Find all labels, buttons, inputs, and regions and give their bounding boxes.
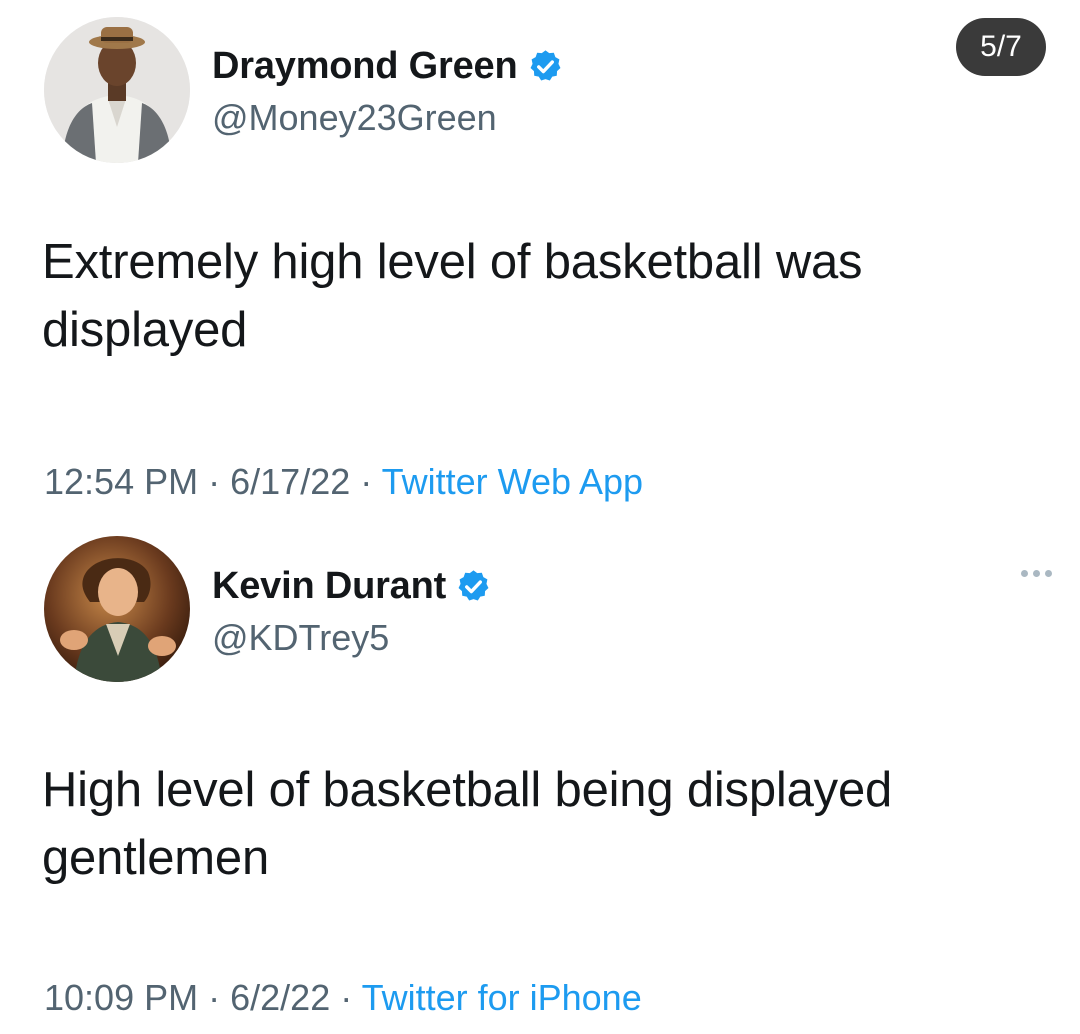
tweet-meta: 12:54 PM · 6/17/22 · Twitter Web App [44,460,643,504]
page-indicator-badge: 5/7 [956,18,1046,76]
tweet-time[interactable]: 12:54 PM [44,461,198,502]
avatar[interactable] [44,17,190,163]
meta-separator: · [360,461,373,502]
tweet-time[interactable]: 10:09 PM [44,977,198,1018]
tweet-card: Kevin Durant @KDTrey5 High level of bask… [0,520,1080,1034]
handle[interactable]: @KDTrey5 [212,616,389,660]
display-name[interactable]: Draymond Green [212,43,518,89]
avatar-photo [44,536,190,682]
display-name[interactable]: Kevin Durant [212,563,446,609]
handle[interactable]: @Money23Green [212,96,497,140]
meta-separator: · [208,977,221,1018]
meta-separator: · [340,977,353,1018]
author-row: Draymond Green [212,43,564,89]
author-row: Kevin Durant [212,563,492,609]
avatar[interactable] [44,536,190,682]
verified-badge-icon [527,48,564,85]
tweet-date[interactable]: 6/2/22 [230,977,330,1018]
tweet-source-link[interactable]: Twitter for iPhone [362,977,642,1018]
meta-separator: · [208,461,221,502]
tweet-date[interactable]: 6/17/22 [230,461,350,502]
tweet-meta: 10:09 PM · 6/2/22 · Twitter for iPhone [44,976,642,1020]
tweet-card: Draymond Green @Money23Green 5/7 Extreme… [0,0,1080,520]
tweet-text: High level of basketball being displayed… [42,763,893,885]
tweet-text: Extremely high level of basketball was d… [42,235,863,357]
tweet-source-link[interactable]: Twitter Web App [382,461,643,502]
more-horizontal-icon[interactable] [1021,570,1052,577]
avatar-photo [44,17,190,163]
verified-badge-icon [455,568,492,605]
